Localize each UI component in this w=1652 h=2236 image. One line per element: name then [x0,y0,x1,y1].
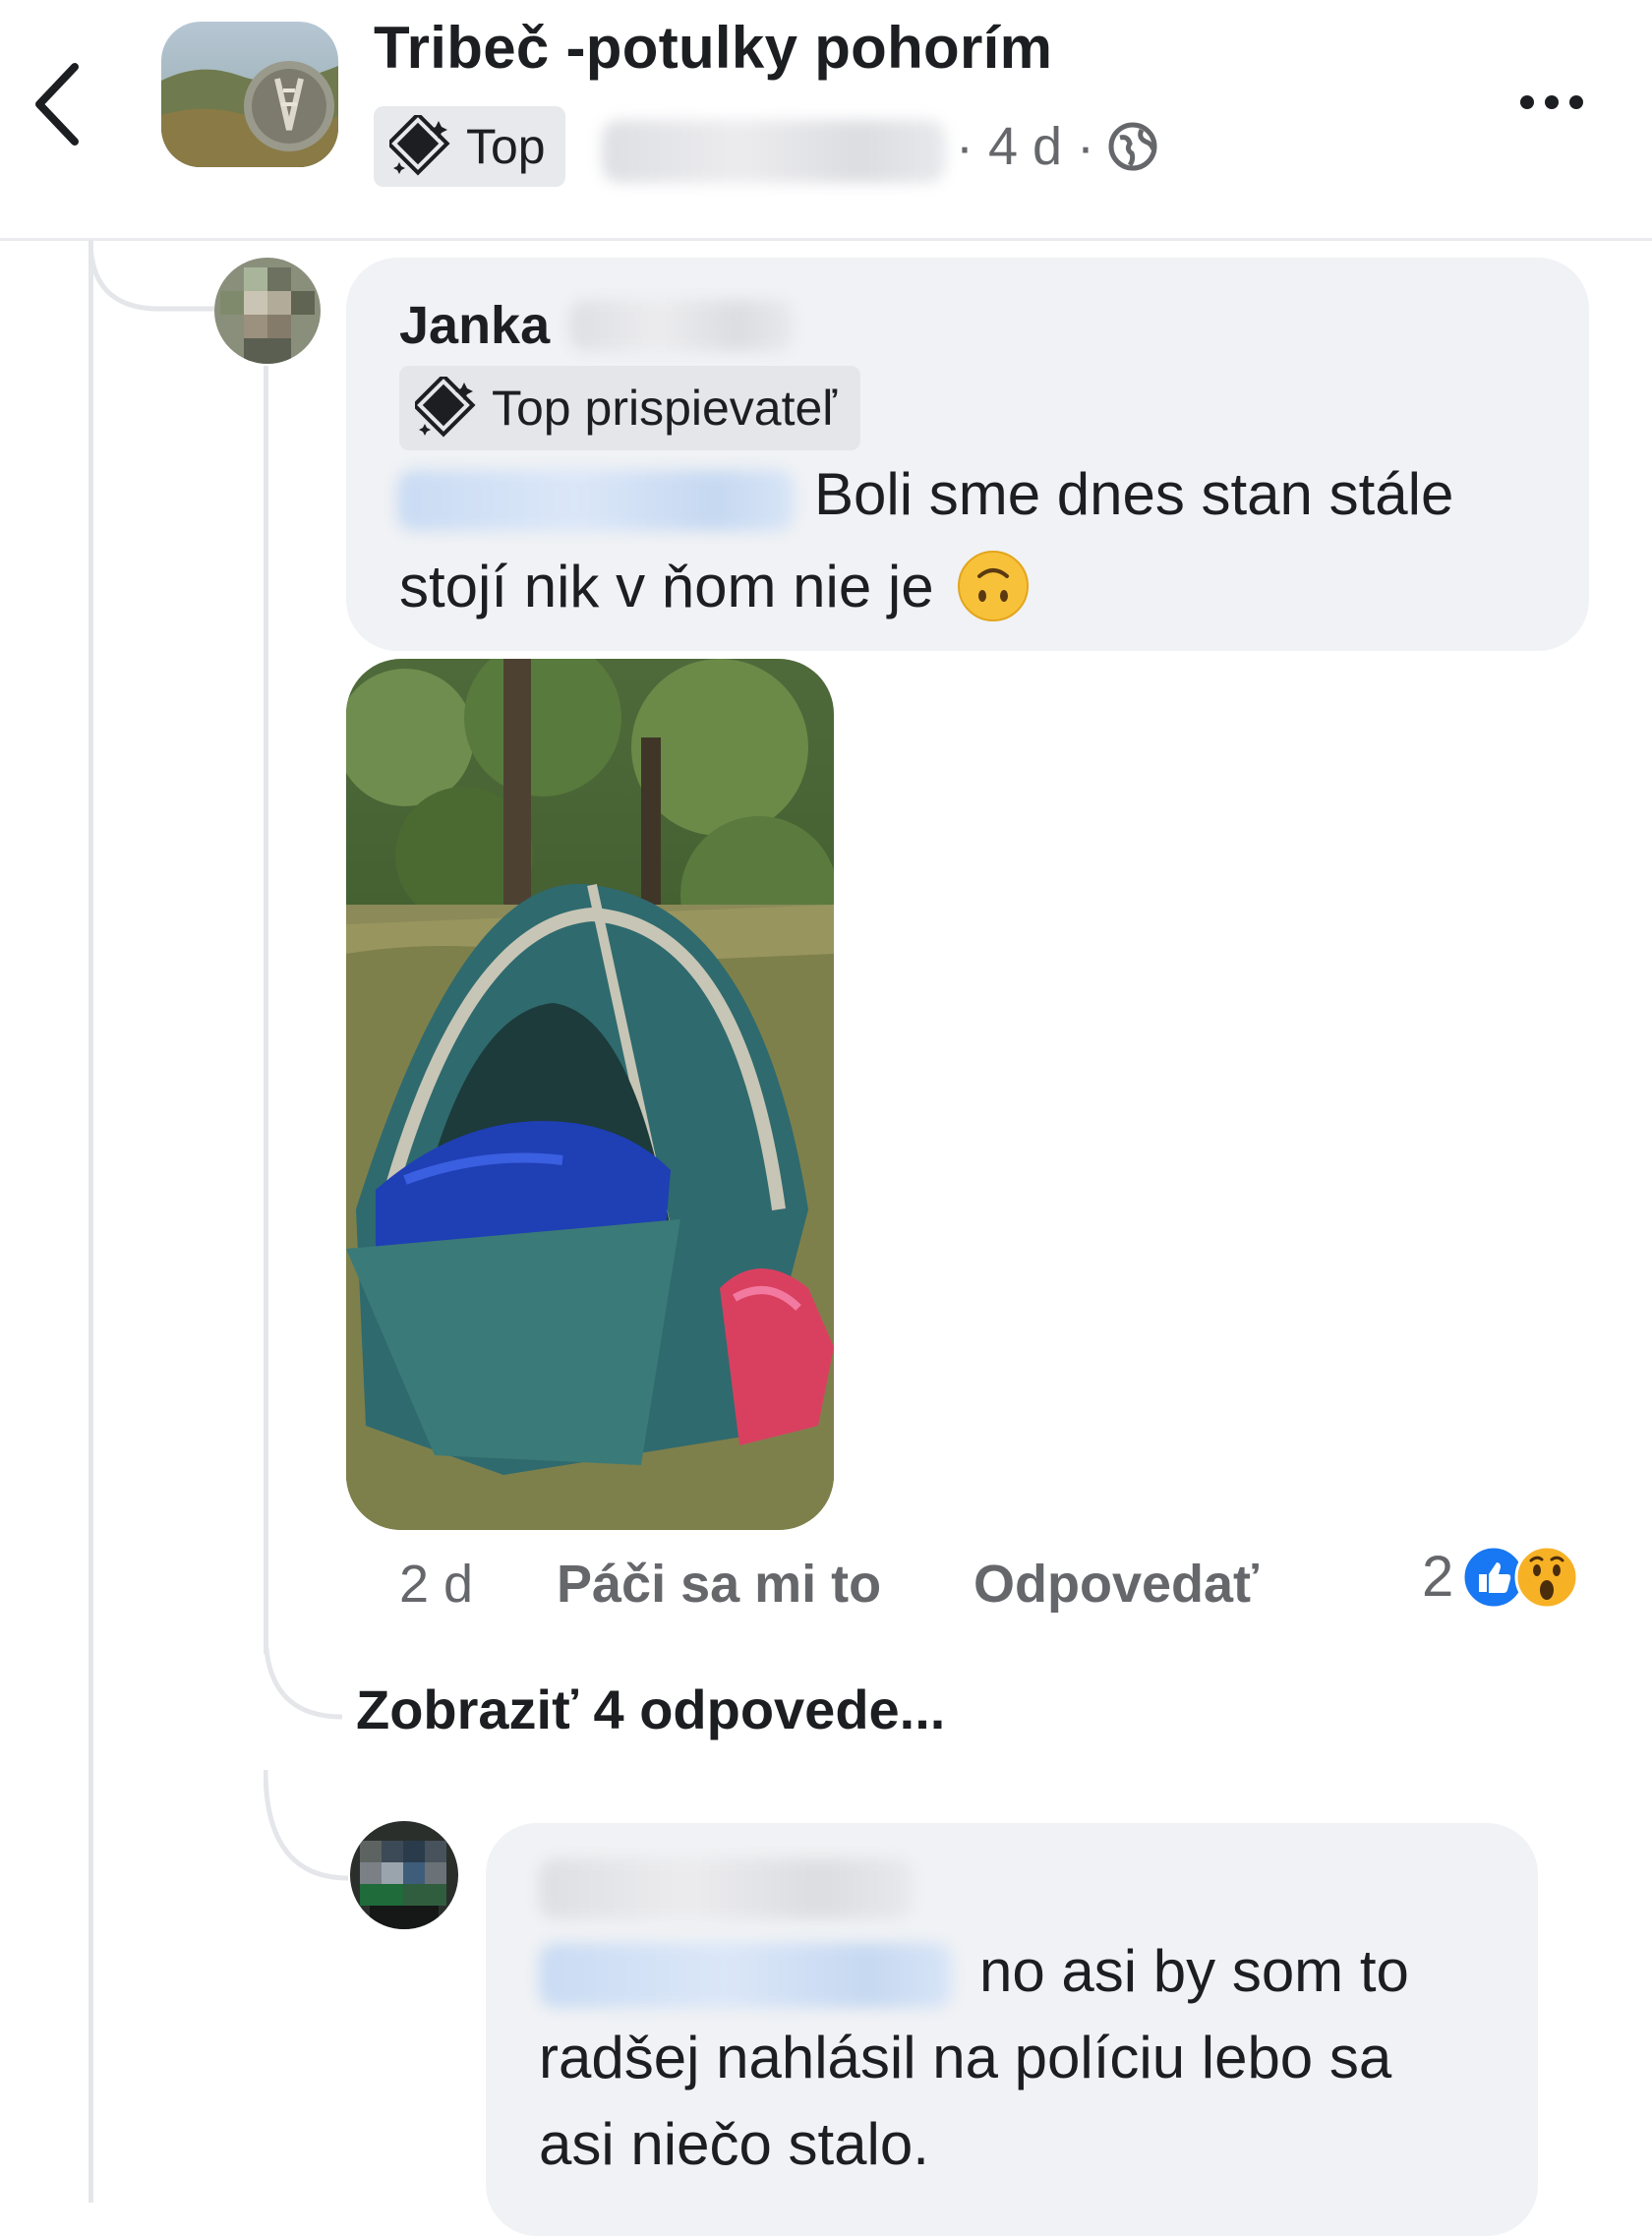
blurred-surname [569,300,795,351]
wow-reaction-icon [1514,1545,1579,1609]
top-contributor-label: Top prispievateľ [492,381,837,436]
comment2-text-line1: no asi by som to [979,1938,1409,2004]
blurred-mention-2 [539,1943,952,2008]
top-contributor-badge: Top prispievateľ [399,366,860,450]
chevron-left-icon [35,63,79,146]
reactions-summary[interactable]: 2 [1422,1544,1579,1610]
blurred-author-name-2 [539,1858,913,1919]
globe-icon[interactable] [1106,120,1159,173]
reaction-count: 2 [1422,1545,1454,1609]
comment2-text-line2: radšej nahlásil na políciu lebo sa [539,2025,1392,2090]
comment-text-line2-text: stojí nik v ňom nie je [399,553,934,619]
group-avatar[interactable] [161,22,338,167]
blurred-author-name [602,120,946,183]
upside-down-face-emoji [956,549,1031,623]
reply-thread-line [264,366,268,1654]
post-meta: · 4 d · [956,116,1159,177]
comment-text-line1: Boli sme dnes stan stále [814,461,1454,527]
top-badge: Top [374,106,565,187]
blurred-mention [397,470,795,531]
comment-author-row: Janka [399,295,795,356]
thread-connector [88,240,214,312]
comment-photo-tent[interactable] [346,659,834,1530]
thread-line [88,240,93,2203]
comment-time: 2 d [399,1555,474,1614]
commenter-avatar[interactable] [214,258,321,364]
commenter-avatar-2[interactable] [350,1821,458,1929]
comment-text-line2: stojí nik v ňom nie je [399,549,1031,623]
more-dots-icon [1520,95,1583,109]
more-options-button[interactable] [1503,79,1601,126]
post-time: · 4 d · [956,117,1095,176]
view-replies-link[interactable]: Zobraziť 4 odpovede... [356,1677,945,1741]
reply-comment-button[interactable]: Odpovedať [974,1554,1259,1615]
reply-connector-2 [264,1770,349,1881]
comment-author[interactable]: Janka [399,295,550,356]
comment-actions: 2 d Páči sa mi to Odpovedať [399,1554,1284,1622]
top-contributor-diamond-icon [389,115,450,176]
top-badge-label: Top [466,119,546,174]
like-comment-button[interactable]: Páči sa mi to [557,1554,881,1615]
back-button[interactable] [18,49,96,157]
top-contributor-diamond-icon [415,377,476,438]
comment2-text-line3: asi niečo stalo. [539,2111,929,2177]
group-name[interactable]: Tribeč -potulky pohorím [374,14,1052,82]
reply-connector [264,1632,343,1720]
